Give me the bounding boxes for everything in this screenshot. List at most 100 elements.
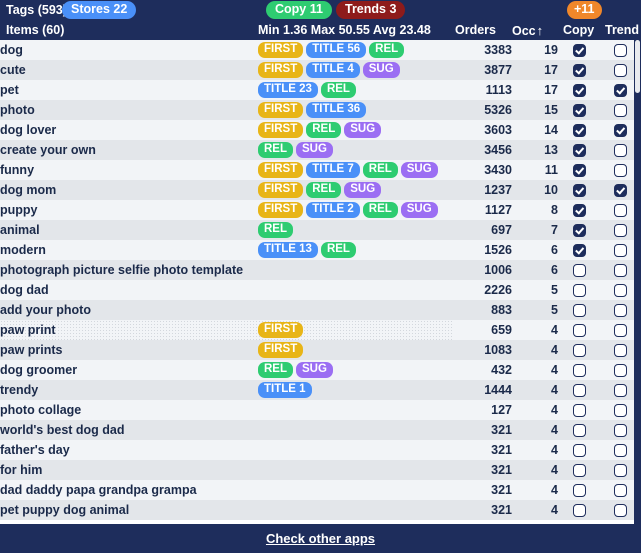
tag-name-cell[interactable]: trendy [0, 380, 258, 400]
tag-name-cell[interactable]: animal [0, 220, 258, 240]
vertical-scrollbar[interactable] [634, 40, 641, 553]
trend-checkbox-unchecked[interactable] [614, 244, 627, 258]
copy-checkbox-unchecked[interactable] [572, 424, 586, 438]
tags-table-container[interactable]: dog FIRST TITLE 56 REL 3383 19 cute FIRST TITLE … [0, 40, 641, 524]
copy-checkbox-checked[interactable] [572, 124, 586, 138]
badge-first[interactable]: FIRST [258, 202, 304, 218]
badge-rel[interactable]: REL [320, 242, 356, 258]
tag-name-cell[interactable]: paw print [0, 320, 258, 340]
badge-first[interactable]: FIRST [258, 42, 304, 58]
tag-name-cell[interactable]: pet puppy dog animal [0, 500, 258, 520]
table-row[interactable]: modern TITLE 13 REL 1526 6 [0, 240, 641, 260]
trend-checkbox-unchecked[interactable] [614, 104, 627, 118]
copy-checkbox-cell[interactable] [558, 40, 600, 60]
copy-checkbox-unchecked[interactable] [572, 404, 586, 418]
tag-name-cell[interactable]: dog [0, 40, 258, 60]
badge-rel[interactable]: REL [258, 362, 293, 378]
copy-checkbox-cell[interactable] [558, 120, 600, 140]
trend-checkbox-unchecked[interactable] [614, 44, 627, 58]
copy-checkbox-unchecked[interactable] [572, 384, 586, 398]
badge-sug[interactable]: SUG [296, 142, 333, 158]
badge-first[interactable]: FIRST [258, 62, 304, 78]
copy-checkbox-checked[interactable] [572, 104, 586, 118]
badge-sug[interactable]: SUG [344, 122, 382, 138]
table-row[interactable]: animal REL 697 7 [0, 220, 641, 240]
badge-rel[interactable]: REL [362, 162, 398, 178]
copy-checkbox-unchecked[interactable] [572, 284, 586, 298]
copy-checkbox-checked[interactable] [572, 144, 586, 158]
badge-title[interactable]: TITLE 23 [258, 82, 318, 98]
copy-checkbox-cell[interactable] [558, 320, 600, 340]
trend-checkbox-unchecked[interactable] [614, 284, 627, 298]
badge-rel[interactable]: REL [362, 202, 398, 218]
trend-checkbox-unchecked[interactable] [614, 164, 627, 178]
table-row[interactable]: photo collage 127 4 [0, 400, 641, 420]
table-row[interactable]: add your photo 883 5 [0, 300, 641, 320]
copy-checkbox-checked[interactable] [572, 224, 586, 238]
column-header-orders[interactable]: Orders [455, 23, 496, 37]
copy-checkbox-cell[interactable] [558, 420, 600, 440]
copy-checkbox-checked[interactable] [572, 84, 586, 98]
badge-rel[interactable]: REL [306, 122, 342, 138]
table-row[interactable]: trendy TITLE 1 1444 4 [0, 380, 641, 400]
copy-checkbox-unchecked[interactable] [572, 444, 586, 458]
badge-rel[interactable]: REL [320, 82, 356, 98]
tag-name-cell[interactable]: create your own [0, 140, 258, 160]
badge-title[interactable]: TITLE 7 [306, 162, 360, 178]
copy-checkbox-cell[interactable] [558, 100, 600, 120]
tag-name-cell[interactable]: funny [0, 160, 258, 180]
table-row[interactable]: for him 321 4 [0, 460, 641, 480]
badge-title[interactable]: TITLE 2 [306, 202, 360, 218]
badge-sug[interactable]: SUG [400, 162, 438, 178]
table-row[interactable]: dad daddy papa grandpa grampa 321 4 [0, 480, 641, 500]
copy-checkbox-cell[interactable] [558, 220, 600, 240]
tag-name-cell[interactable]: dad daddy papa grandpa grampa [0, 480, 258, 500]
copy-checkbox-cell[interactable] [558, 200, 600, 220]
badge-first[interactable]: FIRST [258, 182, 304, 198]
copy-checkbox-cell[interactable] [558, 140, 600, 160]
column-header-trend[interactable]: Trend [605, 23, 639, 37]
copy-badge[interactable]: Copy 11 [266, 1, 332, 19]
copy-checkbox-cell[interactable] [558, 260, 600, 280]
table-row[interactable]: father's day 321 4 [0, 440, 641, 460]
copy-checkbox-unchecked[interactable] [572, 304, 586, 318]
badge-sug[interactable]: SUG [400, 202, 438, 218]
copy-checkbox-unchecked[interactable] [572, 464, 586, 478]
table-row[interactable]: paw print FIRST 659 4 [0, 320, 641, 340]
copy-checkbox-cell[interactable] [558, 180, 600, 200]
trend-checkbox-unchecked[interactable] [614, 144, 627, 158]
copy-checkbox-cell[interactable] [558, 160, 600, 180]
trend-checkbox-unchecked[interactable] [614, 224, 627, 238]
tag-name-cell[interactable]: puppy [0, 200, 258, 220]
badge-title[interactable]: TITLE 56 [306, 42, 367, 58]
table-row[interactable]: funny FIRST TITLE 7 REL SUG 3430 11 [0, 160, 641, 180]
table-row[interactable]: pet TITLE 23 REL 1113 17 [0, 80, 641, 100]
copy-checkbox-checked[interactable] [572, 64, 586, 78]
table-row[interactable]: photograph picture selfie photo template… [0, 260, 641, 280]
badge-rel[interactable]: REL [258, 142, 293, 158]
tag-name-cell[interactable]: dog dad [0, 280, 258, 300]
tag-name-cell[interactable]: pet [0, 80, 258, 100]
table-row[interactable]: dog FIRST TITLE 56 REL 3383 19 [0, 40, 641, 60]
copy-checkbox-unchecked[interactable] [572, 344, 586, 358]
scrollbar-thumb[interactable] [635, 40, 640, 93]
badge-first[interactable]: FIRST [258, 102, 304, 118]
copy-checkbox-checked[interactable] [572, 184, 586, 198]
table-row[interactable]: cute FIRST TITLE 4 SUG 3877 17 [0, 60, 641, 80]
badge-rel[interactable]: REL [306, 182, 342, 198]
trend-checkbox-unchecked[interactable] [614, 464, 627, 478]
copy-checkbox-cell[interactable] [558, 440, 600, 460]
copy-checkbox-cell[interactable] [558, 240, 600, 260]
tag-name-cell[interactable]: world's best dog dad [0, 420, 258, 440]
tag-name-cell[interactable]: for him [0, 460, 258, 480]
tag-name-cell[interactable]: cute [0, 60, 258, 80]
trend-checkbox-unchecked[interactable] [614, 444, 627, 458]
trend-checkbox-unchecked[interactable] [614, 404, 627, 418]
copy-checkbox-checked[interactable] [572, 244, 586, 258]
badge-rel[interactable]: REL [258, 222, 293, 238]
copy-checkbox-cell[interactable] [558, 380, 600, 400]
tag-name-cell[interactable]: dog lover [0, 120, 258, 140]
copy-checkbox-checked[interactable] [572, 204, 586, 218]
trend-checkbox-unchecked[interactable] [614, 424, 627, 438]
tag-name-cell[interactable]: paw prints [0, 340, 258, 360]
